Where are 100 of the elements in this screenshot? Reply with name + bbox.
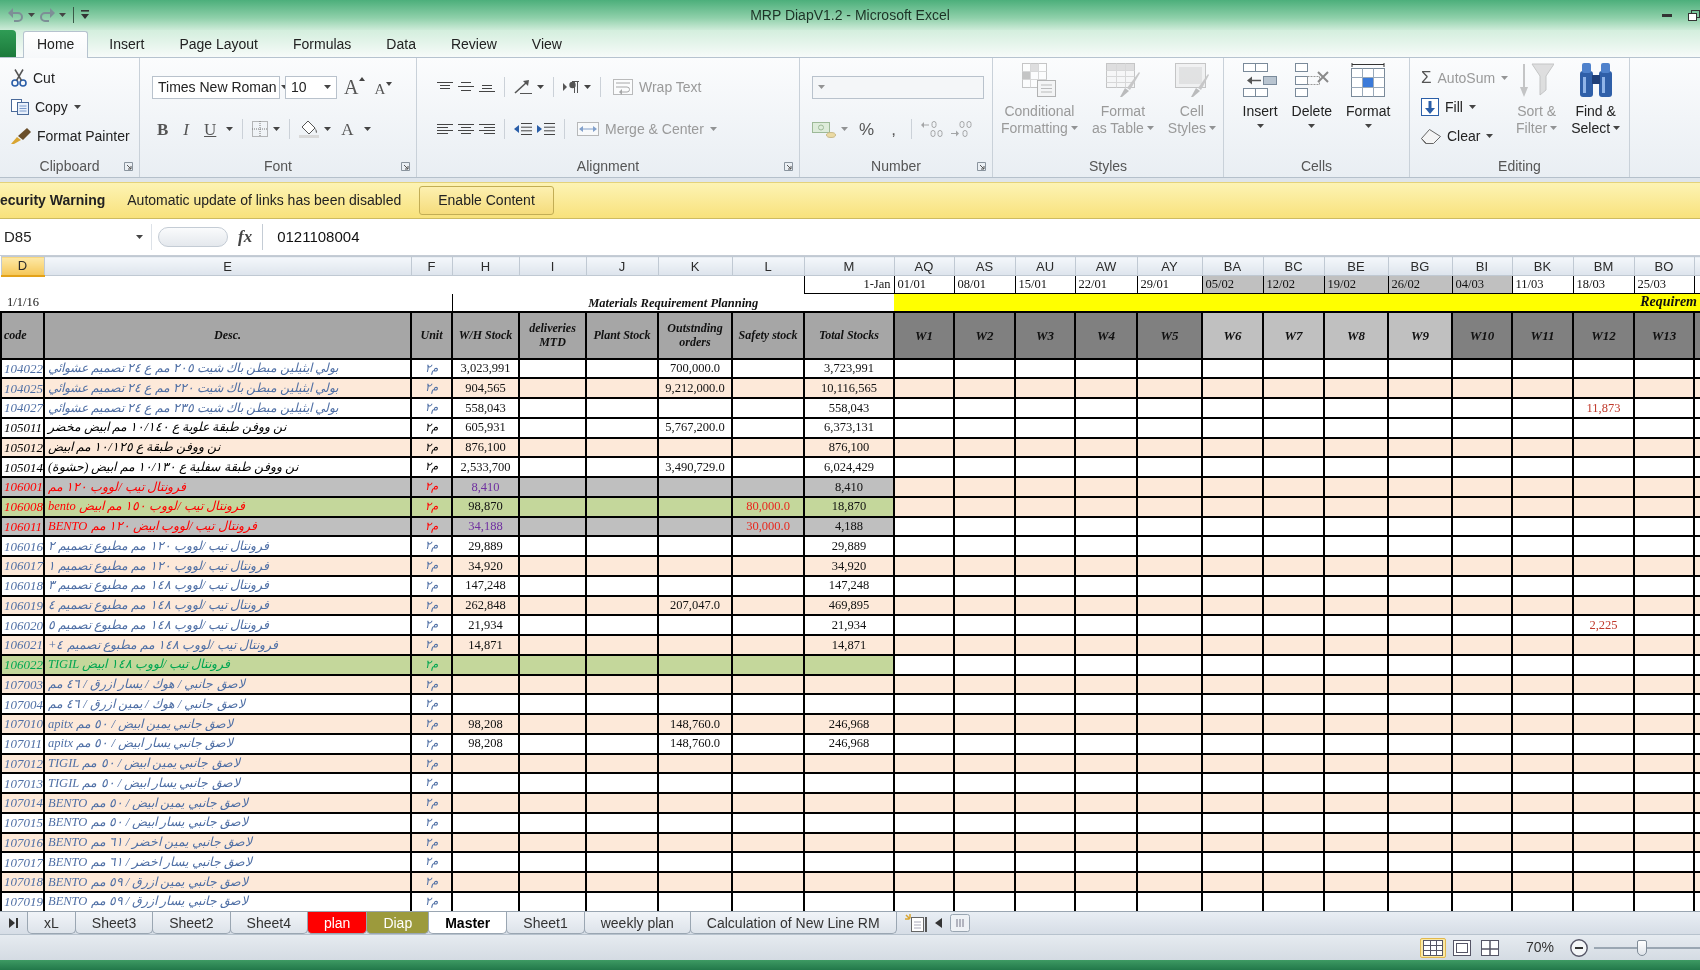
dialog-launcher-icon[interactable]: [401, 161, 410, 171]
name-box[interactable]: D85: [0, 224, 152, 250]
column-header[interactable]: BK: [1512, 256, 1573, 276]
insert-sheet-icon[interactable]: [904, 914, 927, 932]
sheet-tab[interactable]: Sheet1: [506, 912, 585, 934]
caret-icon[interactable]: [1613, 126, 1621, 131]
align-right-icon[interactable]: [479, 124, 495, 134]
insert-function-button[interactable]: fx: [228, 224, 264, 250]
caret-icon[interactable]: [1256, 124, 1264, 128]
column-header[interactable]: J: [586, 256, 658, 276]
caret-icon[interactable]: [1486, 134, 1494, 138]
caret-icon[interactable]: [537, 85, 544, 89]
copy-button[interactable]: Copy: [8, 94, 133, 120]
font-color-button[interactable]: A: [336, 120, 359, 138]
column-header[interactable]: AY: [1137, 256, 1202, 276]
zoom-out-icon[interactable]: [1570, 938, 1588, 957]
ribbon-tab[interactable]: Page Layout: [165, 31, 272, 57]
clear-button[interactable]: Clear: [1418, 123, 1512, 149]
caret-icon[interactable]: [59, 13, 66, 17]
top-align-icon[interactable]: [437, 82, 453, 92]
column-header[interactable]: BA: [1202, 256, 1263, 276]
column-header[interactable]: K: [658, 256, 732, 276]
caret-icon[interactable]: [324, 127, 332, 131]
column-header[interactable]: BM: [1573, 256, 1634, 276]
italic-button[interactable]: I: [178, 120, 194, 138]
last-sheet-icon[interactable]: [9, 918, 18, 928]
caret-icon[interactable]: [226, 127, 234, 131]
sheet-tab[interactable]: Calculation of New Line RM: [689, 912, 897, 934]
sheet-tab[interactable]: Sheet3: [74, 912, 154, 934]
ribbon-tab[interactable]: Home: [23, 31, 89, 58]
fill-color-icon[interactable]: [299, 120, 320, 138]
enable-content-button[interactable]: Enable Content: [419, 186, 554, 215]
column-header[interactable]: BO: [1634, 256, 1694, 276]
bottom-align-icon[interactable]: [479, 82, 495, 92]
paragraph-icon[interactable]: [563, 81, 579, 93]
caret-icon[interactable]: [584, 85, 591, 89]
column-header[interactable]: BC: [1263, 256, 1324, 276]
slider-thumb[interactable]: [1636, 939, 1647, 956]
scrollbar-grip-icon[interactable]: [949, 914, 970, 932]
column-header[interactable]: AQ: [894, 256, 954, 276]
sheet-tab[interactable]: Master: [428, 912, 508, 934]
delete-cells-button[interactable]: Delete: [1287, 58, 1337, 128]
restore-icon[interactable]: [1688, 9, 1700, 21]
caret-icon[interactable]: [363, 127, 371, 131]
column-header[interactable]: M: [804, 256, 894, 276]
column-header[interactable]: AS: [954, 256, 1015, 276]
find-select-button[interactable]: Find & Select: [1567, 58, 1625, 137]
sheet-tab[interactable]: Sheet2: [152, 912, 231, 934]
caret-icon[interactable]: [73, 105, 81, 109]
column-header[interactable]: BG: [1388, 256, 1452, 276]
minimize-icon[interactable]: [1662, 13, 1672, 17]
orientation-icon[interactable]: [514, 80, 532, 94]
cut-button[interactable]: Cut: [8, 65, 133, 91]
format-cells-button[interactable]: Format: [1342, 58, 1395, 128]
sheet-tab[interactable]: xL: [27, 912, 76, 934]
middle-align-icon[interactable]: [458, 82, 474, 92]
decrease-indent-icon[interactable]: [514, 123, 532, 135]
sheet-tab[interactable]: plan: [306, 912, 368, 934]
caret-icon[interactable]: [324, 85, 331, 89]
bold-button[interactable]: B: [152, 120, 174, 138]
column-header[interactable]: AW: [1075, 256, 1137, 276]
ribbon-tab[interactable]: View: [517, 31, 576, 57]
resize-handle[interactable]: [158, 227, 228, 247]
scroll-left-icon[interactable]: [934, 918, 942, 928]
caret-icon[interactable]: [28, 13, 35, 17]
fill-button[interactable]: Fill: [1418, 94, 1512, 120]
caret-icon[interactable]: [136, 235, 143, 239]
font-size-field[interactable]: 10: [285, 75, 337, 99]
increase-indent-icon[interactable]: [537, 123, 555, 135]
caret-icon[interactable]: [1308, 124, 1316, 128]
column-header[interactable]: I: [519, 256, 586, 276]
column-header[interactable]: D: [1, 256, 44, 276]
column-header[interactable]: L: [732, 256, 804, 276]
column-header[interactable]: H: [452, 256, 519, 276]
grow-font-button[interactable]: A: [342, 77, 368, 97]
column-header[interactable]: E: [44, 256, 411, 276]
sheet-tab[interactable]: weekly plan: [583, 912, 691, 934]
insert-cells-button[interactable]: Insert: [1238, 58, 1282, 128]
align-left-icon[interactable]: [437, 124, 453, 134]
caret-icon[interactable]: [1364, 124, 1372, 128]
ribbon-tab[interactable]: Insert: [95, 31, 159, 57]
ribbon-tab[interactable]: Data: [372, 31, 430, 57]
column-header[interactable]: AU: [1015, 256, 1075, 276]
column-header[interactable]: BI: [1452, 256, 1512, 276]
sheet-tab[interactable]: Sheet4: [229, 912, 308, 934]
ribbon-tab[interactable]: Review: [436, 31, 511, 57]
align-center-icon[interactable]: [458, 124, 474, 134]
column-header[interactable]: BE: [1324, 256, 1388, 276]
caret-icon[interactable]: [273, 127, 281, 131]
dialog-launcher-icon[interactable]: [784, 161, 793, 171]
formula-field[interactable]: 0121108004: [263, 222, 1700, 252]
shrink-font-button[interactable]: A: [372, 77, 395, 97]
dialog-launcher-icon[interactable]: [124, 161, 133, 171]
column-header[interactable]: F: [411, 256, 452, 276]
underline-button[interactable]: U: [199, 120, 222, 138]
view-button[interactable]: [1419, 937, 1446, 958]
format-painter-button[interactable]: Format Painter: [8, 123, 133, 149]
caret-icon[interactable]: [1468, 105, 1476, 109]
ribbon-tab[interactable]: Formulas: [279, 31, 366, 57]
customize-icon[interactable]: [81, 10, 89, 20]
